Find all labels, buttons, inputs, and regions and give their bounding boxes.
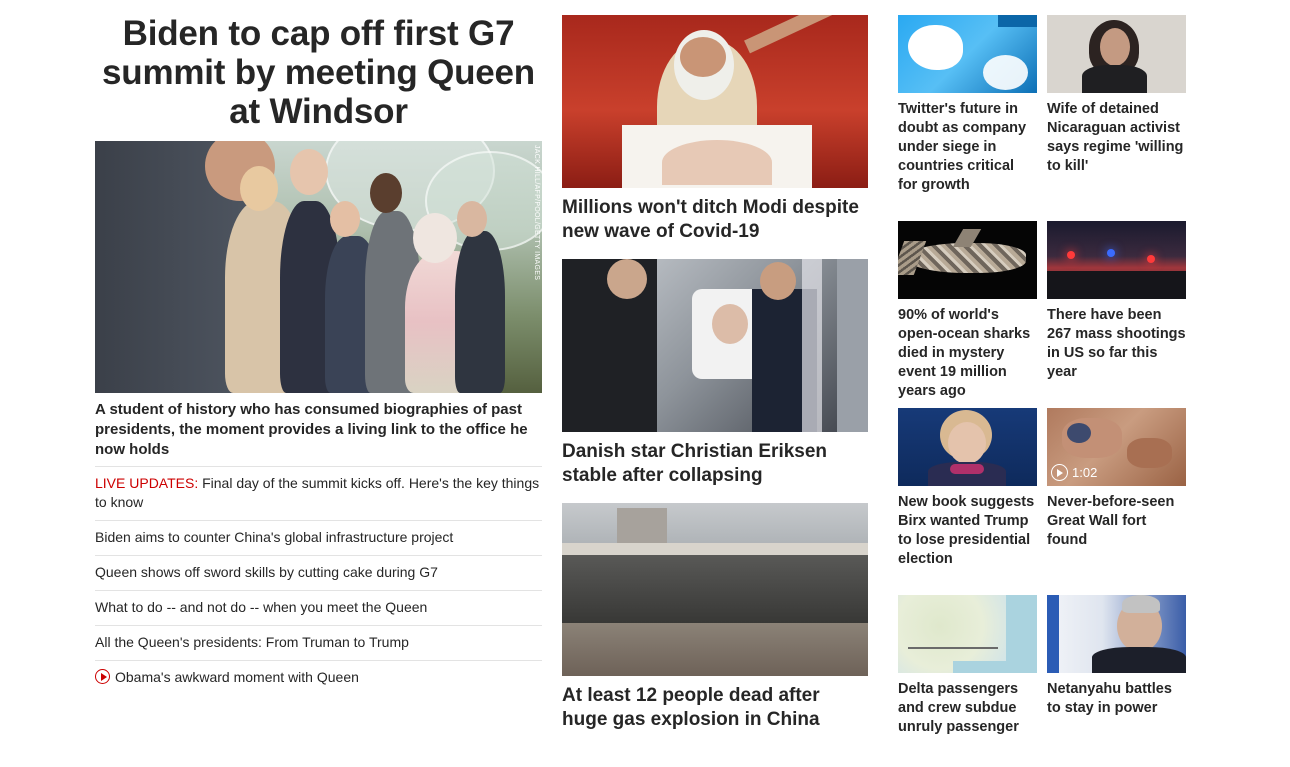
grid-card[interactable]: Twitter's future in doubt as company und… (898, 15, 1037, 195)
grid-card[interactable]: Netanyahu battles to stay in power (1047, 595, 1186, 718)
live-updates-label: LIVE UPDATES: (95, 475, 199, 491)
related-link[interactable]: What to do -- and not do -- when you mee… (95, 590, 542, 625)
related-link-text: Biden aims to counter China's global inf… (95, 529, 454, 545)
thumb-nicaragua[interactable] (1047, 15, 1186, 93)
grid-card-title[interactable]: New book suggests Birx wanted Trump to l… (898, 493, 1037, 569)
grid-card[interactable]: 1:02 Never-before-seen Great Wall fort f… (1047, 408, 1186, 550)
grid-card-title[interactable]: Delta passengers and crew subdue unruly … (898, 680, 1037, 737)
story-image-modi[interactable] (562, 15, 868, 188)
related-links: LIVE UPDATES: Final day of the summit ki… (95, 466, 542, 695)
related-link-text: What to do -- and not do -- when you mee… (95, 599, 428, 615)
lead-caption[interactable]: A student of history who has consumed bi… (95, 400, 542, 460)
thumb-birx[interactable] (898, 408, 1037, 486)
thumb-delta-map[interactable] (898, 595, 1037, 673)
related-link[interactable]: All the Queen's presidents: From Truman … (95, 625, 542, 660)
story-card[interactable]: Millions won't ditch Modi despite new wa… (562, 15, 868, 244)
thumb-netanyahu[interactable] (1047, 595, 1186, 673)
grid-card-title[interactable]: Netanyahu battles to stay in power (1047, 680, 1186, 718)
grid-card[interactable]: New book suggests Birx wanted Trump to l… (898, 408, 1037, 569)
related-link-video[interactable]: Obama's awkward moment with Queen (95, 660, 542, 695)
image-credit: JACK HILL/AFP/POOL/GETTY IMAGES (533, 145, 540, 281)
story-title[interactable]: Danish star Christian Eriksen stable aft… (562, 440, 868, 488)
thumb-sharks[interactable] (898, 221, 1037, 299)
thumb-great-wall[interactable]: 1:02 (1047, 408, 1186, 486)
thumb-shootings[interactable] (1047, 221, 1186, 299)
story-card[interactable]: Danish star Christian Eriksen stable aft… (562, 259, 868, 488)
grid-card-title[interactable]: Twitter's future in doubt as company und… (898, 100, 1037, 195)
related-link[interactable]: LIVE UPDATES: Final day of the summit ki… (95, 466, 542, 520)
related-link[interactable]: Queen shows off sword skills by cutting … (95, 555, 542, 590)
story-image-eriksen[interactable] (562, 259, 868, 432)
grid-card[interactable]: Wife of detained Nicaraguan activist say… (1047, 15, 1186, 176)
grid-card-title[interactable]: There have been 267 mass shootings in US… (1047, 306, 1186, 382)
lead-image[interactable]: JACK HILL/AFP/POOL/GETTY IMAGES (95, 141, 542, 393)
lead-story: Biden to cap off first G7 summit by meet… (95, 14, 542, 695)
play-circle-icon (1051, 464, 1068, 481)
grid-card-title[interactable]: Wife of detained Nicaraguan activist say… (1047, 100, 1186, 176)
grid-card-title[interactable]: 90% of world's open-ocean sharks died in… (898, 306, 1037, 401)
grid-card-title[interactable]: Never-before-seen Great Wall fort found (1047, 493, 1186, 550)
middle-stories: Millions won't ditch Modi despite new wa… (562, 15, 868, 747)
video-duration: 1:02 (1072, 465, 1098, 480)
story-card[interactable]: At least 12 people dead after huge gas e… (562, 503, 868, 732)
related-link[interactable]: Biden aims to counter China's global inf… (95, 520, 542, 555)
story-image-explosion[interactable] (562, 503, 868, 676)
thumb-twitter[interactable] (898, 15, 1037, 93)
video-badge: 1:02 (1051, 464, 1097, 481)
play-circle-icon (95, 669, 110, 684)
story-title[interactable]: At least 12 people dead after huge gas e… (562, 684, 868, 732)
grid-card[interactable]: There have been 267 mass shootings in US… (1047, 221, 1186, 382)
lead-headline[interactable]: Biden to cap off first G7 summit by meet… (95, 14, 542, 131)
related-link-text: Queen shows off sword skills by cutting … (95, 564, 438, 580)
grid-card[interactable]: 90% of world's open-ocean sharks died in… (898, 221, 1037, 401)
story-title[interactable]: Millions won't ditch Modi despite new wa… (562, 196, 868, 244)
related-link-text: All the Queen's presidents: From Truman … (95, 634, 409, 650)
related-link-text: Obama's awkward moment with Queen (115, 669, 359, 685)
grid-card[interactable]: Delta passengers and crew subdue unruly … (898, 595, 1037, 737)
